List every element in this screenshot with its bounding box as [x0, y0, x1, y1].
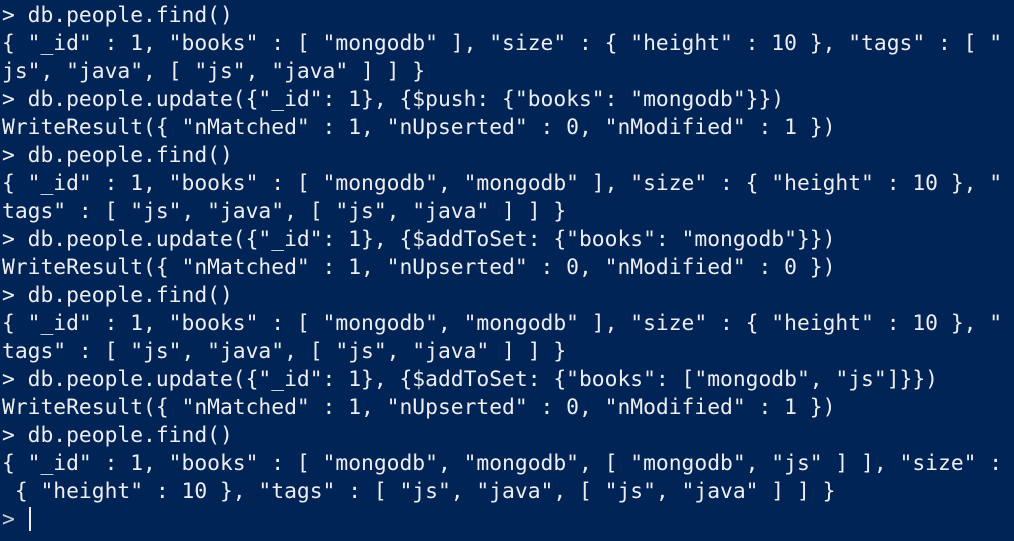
- terminal-line: > db.people.find(): [2, 283, 233, 308]
- terminal-line: WriteResult({ "nMatched" : 1, "nUpserted…: [2, 255, 836, 280]
- terminal-line: > db.people.update({"_id": 1}, {$addToSe…: [2, 227, 836, 252]
- terminal-line: > db.people.update({"_id": 1}, {$addToSe…: [2, 367, 938, 392]
- terminal-line: { "_id" : 1, "books" : [ "mongodb", "mon…: [2, 311, 1003, 336]
- terminal-line: > db.people.find(): [2, 143, 233, 168]
- prompt-symbol: >: [2, 507, 15, 532]
- terminal-line: tags" : [ "js", "java", [ "js", "java" ]…: [2, 339, 567, 364]
- terminal-line: > db.people.find(): [2, 423, 233, 448]
- terminal-line: { "_id" : 1, "books" : [ "mongodb" ], "s…: [2, 31, 1003, 56]
- text-cursor: [28, 507, 31, 531]
- terminal-line: { "height" : 10 }, "tags" : [ "js", "jav…: [2, 479, 836, 504]
- terminal-line: js", "java", [ "js", "java" ] ] }: [2, 59, 426, 84]
- prompt-line[interactable]: >: [2, 506, 1014, 534]
- terminal-line: WriteResult({ "nMatched" : 1, "nUpserted…: [2, 395, 836, 420]
- terminal-line: > db.people.find(): [2, 3, 233, 28]
- terminal-line: > db.people.update({"_id": 1}, {$push: {…: [2, 87, 785, 112]
- terminal-line: { "_id" : 1, "books" : [ "mongodb", "mon…: [2, 171, 1003, 196]
- terminal-line: tags" : [ "js", "java", [ "js", "java" ]…: [2, 199, 567, 224]
- terminal-line: { "_id" : 1, "books" : [ "mongodb", "mon…: [2, 451, 1003, 476]
- terminal-line: WriteResult({ "nMatched" : 1, "nUpserted…: [2, 115, 836, 140]
- terminal-window[interactable]: > db.people.find() { "_id" : 1, "books" …: [0, 0, 1014, 541]
